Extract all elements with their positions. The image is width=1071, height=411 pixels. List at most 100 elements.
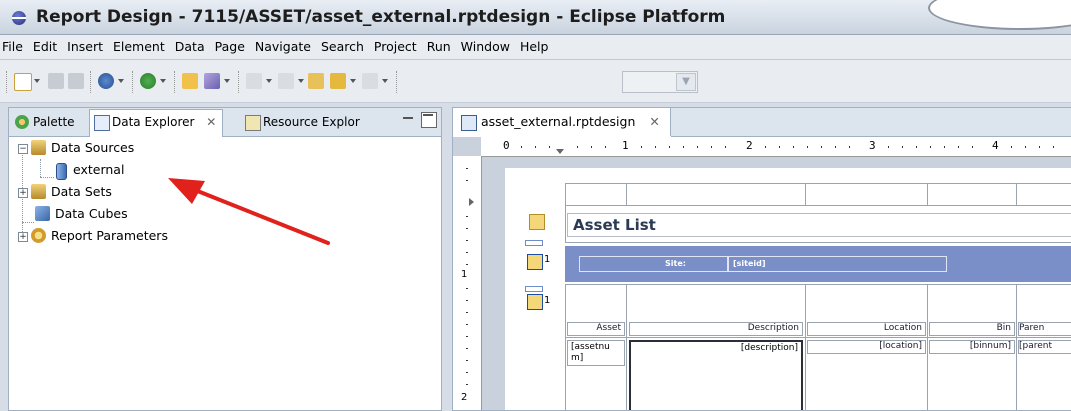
close-icon[interactable]: ✕ — [649, 114, 659, 129]
toolbar-separator — [396, 71, 399, 93]
close-icon[interactable]: ✕ — [206, 115, 216, 129]
table-header-cell[interactable] — [805, 183, 928, 206]
site-label-cell[interactable] — [579, 256, 729, 272]
column-header-asset[interactable]: Asset — [567, 322, 625, 336]
detail-assetnum[interactable]: [assetnum] — [567, 340, 625, 366]
row-marker: 1 — [544, 295, 551, 306]
report-parameters-icon — [31, 228, 46, 243]
ruler-number: 3 — [869, 139, 876, 152]
dropdown-arrow-icon[interactable] — [350, 79, 356, 83]
column-header-bin[interactable]: Bin — [929, 322, 1015, 336]
new-file-icon[interactable] — [14, 73, 32, 91]
data-explorer-icon — [94, 115, 110, 131]
dropdown-arrow-icon[interactable] — [224, 79, 230, 83]
toolbar: ▼ — [0, 60, 1071, 103]
tree-item-external[interactable]: external — [73, 160, 124, 180]
site-label: Site: — [665, 259, 686, 268]
vertical-ruler: 1 2 — [453, 156, 482, 410]
edit-pencil-icon[interactable] — [204, 73, 220, 89]
expand-toggle[interactable]: + — [18, 232, 28, 242]
menu-file[interactable]: File — [0, 35, 28, 59]
menu-window[interactable]: Window — [456, 35, 515, 59]
decorative-swoosh — [928, 0, 1071, 30]
prev-annotation-icon[interactable] — [278, 73, 294, 89]
menu-project[interactable]: Project — [369, 35, 422, 59]
tree-item-data-cubes[interactable]: Data Cubes — [55, 204, 128, 224]
tree-line — [40, 159, 41, 177]
indent-marker-icon[interactable] — [469, 198, 474, 206]
collapse-toggle[interactable]: − — [18, 144, 28, 154]
menu-run[interactable]: Run — [422, 35, 456, 59]
editor-tab-label: asset_external.rptdesign — [481, 114, 636, 129]
site-value: [siteid] — [733, 259, 766, 268]
table-header-cell[interactable] — [1016, 183, 1071, 206]
dropdown-arrow-icon[interactable] — [298, 79, 304, 83]
chevron-down-icon[interactable]: ▼ — [676, 73, 696, 91]
tab-palette[interactable]: Palette — [11, 110, 75, 134]
menu-navigate[interactable]: Navigate — [250, 35, 316, 59]
column-header-location[interactable]: Location — [807, 322, 926, 336]
tab-asset-external-rptdesign[interactable]: asset_external.rptdesign ✕ — [453, 108, 671, 136]
dropdown-arrow-icon[interactable] — [266, 79, 272, 83]
palette-icon — [15, 115, 29, 129]
data-source-cylinder-icon — [56, 163, 67, 180]
tree-line — [22, 222, 34, 223]
data-explorer-panel: Palette Data Explorer ✕ Resource Explor … — [8, 107, 442, 411]
web-preview-icon[interactable] — [98, 73, 114, 89]
dropdown-arrow-icon[interactable] — [382, 79, 388, 83]
window-title: Report Design - 7115/ASSET/asset_externa… — [36, 7, 726, 27]
run-icon[interactable] — [140, 73, 156, 89]
open-folder-icon[interactable] — [182, 73, 198, 89]
view-tab-row: Palette Data Explorer ✕ Resource Explor — [9, 108, 441, 137]
dropdown-arrow-icon[interactable] — [34, 79, 40, 83]
menu-element[interactable]: Element — [108, 35, 170, 59]
last-edit-location-icon[interactable] — [308, 73, 324, 89]
report-title[interactable]: Asset List — [573, 216, 656, 234]
report-design-file-icon — [461, 115, 477, 131]
forward-arrow-icon[interactable] — [362, 73, 378, 89]
tab-data-explorer[interactable]: Data Explorer ✕ — [89, 109, 224, 137]
print-icon[interactable] — [68, 73, 84, 89]
detail-parent[interactable]: [parent — [1018, 340, 1071, 354]
next-annotation-icon[interactable] — [246, 73, 262, 89]
detail-description[interactable]: [description] — [629, 340, 803, 410]
tree-item-report-parameters[interactable]: Report Parameters — [51, 226, 168, 246]
menu-insert[interactable]: Insert — [62, 35, 108, 59]
tab-data-explorer-label: Data Explorer — [112, 115, 195, 129]
group-header-handle-icon[interactable] — [527, 254, 543, 270]
tab-resource-explorer-label: Resource Explor — [263, 115, 360, 129]
menu-help[interactable]: Help — [515, 35, 554, 59]
detail-handle-icon[interactable] — [527, 294, 543, 310]
detail-location[interactable]: [location] — [807, 340, 926, 354]
table-header-cell[interactable] — [565, 183, 627, 206]
toolbar-separator — [6, 71, 9, 93]
tab-resource-explorer[interactable]: Resource Explor — [241, 110, 360, 134]
label-handle-icon[interactable] — [529, 214, 545, 230]
row-divider — [525, 240, 543, 246]
indent-marker-icon[interactable] — [556, 149, 564, 154]
back-arrow-icon[interactable] — [330, 73, 346, 89]
save-icon[interactable] — [48, 73, 64, 89]
toolbar-separator — [90, 71, 93, 93]
minimize-icon[interactable] — [401, 112, 415, 126]
menu-page[interactable]: Page — [210, 35, 250, 59]
column-header-parent[interactable]: Paren — [1018, 322, 1071, 336]
ruler-number: 2 — [461, 392, 468, 403]
detail-binnum[interactable]: [binnum] — [929, 340, 1015, 354]
font-size-combo[interactable]: ▼ — [622, 71, 698, 93]
menu-search[interactable]: Search — [316, 35, 369, 59]
menu-data[interactable]: Data — [170, 35, 210, 59]
expand-toggle[interactable]: + — [18, 188, 28, 198]
tree-item-data-sets[interactable]: Data Sets — [51, 182, 112, 202]
table-header-cell[interactable] — [927, 183, 1017, 206]
dropdown-arrow-icon[interactable] — [118, 79, 124, 83]
menu-edit[interactable]: Edit — [28, 35, 62, 59]
menu-bar: File Edit Insert Element Data Page Navigate Sea… — [0, 35, 1071, 60]
column-header-description[interactable]: Description — [629, 322, 803, 336]
title-bar: Report Design - 7115/ASSET/asset_externa… — [0, 0, 1071, 35]
tree-item-data-sources[interactable]: Data Sources — [51, 138, 134, 158]
report-page: Asset List Site: [siteid] 1 1 Asset Desc… — [505, 168, 1071, 410]
table-header-cell[interactable] — [626, 183, 806, 206]
dropdown-arrow-icon[interactable] — [160, 79, 166, 83]
maximize-icon[interactable] — [421, 112, 437, 128]
